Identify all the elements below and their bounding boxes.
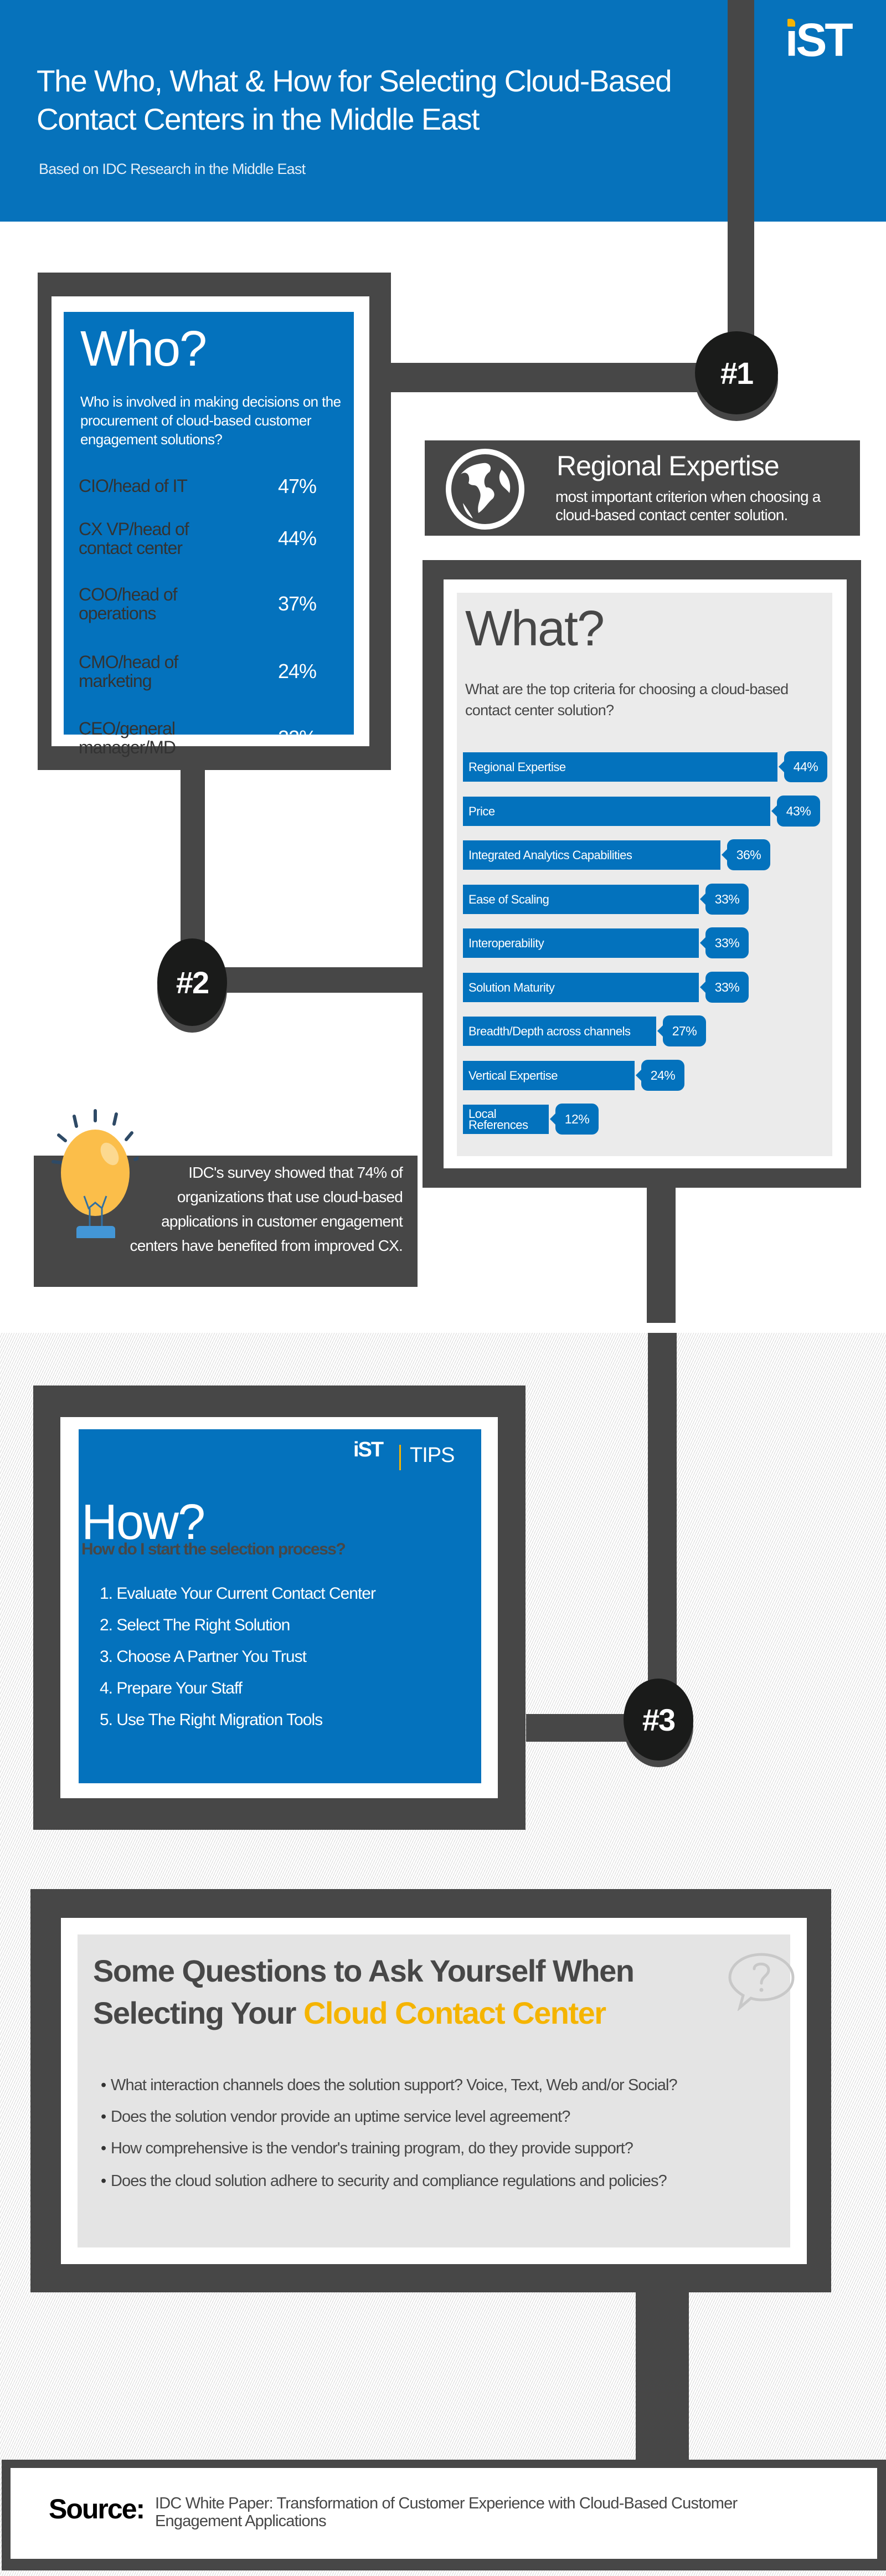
how-question: How do I start the selection process? [81,1540,346,1558]
source-text: IDC White Paper: Transformation of Custo… [155,2495,738,2530]
chart-value-label: 44% [779,751,827,782]
who-percent: 24% [278,660,317,683]
source-label: Source: [49,2493,145,2524]
logo-accent [787,19,795,27]
chart-bar: Interoperability [463,928,699,958]
who-role: CX VP/head of contact center [79,519,189,558]
chart-bar-label: Regional Expertise [468,760,566,774]
logo-text: iST [785,14,853,66]
what-question: What are the top criteria for choosing a… [465,681,789,719]
chart-bar-label: Price [468,804,495,818]
chart-bar: Breadth/Depth across channels [463,1017,656,1046]
logo-divider [399,1445,401,1470]
chart-bar-label: Local References [468,1106,528,1132]
who-role: CEO/general manager/MD [79,719,176,757]
chart-bar: Ease of Scaling [463,885,699,914]
who-role: COO/head of operations [79,584,178,623]
questions-title-accent: Cloud Contact Center [303,1995,606,2030]
chart-bar-label: Interoperability [468,936,544,950]
how-step: 2. Select The Right Solution [100,1616,290,1634]
who-question: Who is involved in making decisions on t… [80,393,341,448]
regional-title: Regional Expertise [557,450,780,481]
who-title: Who? [80,321,207,377]
tip-text: IDC's survey showed that 74% of organiza… [130,1164,403,1254]
chart-value-label: 33% [700,884,749,915]
chart-bar: Regional Expertise [463,752,777,782]
globe-icon [446,449,524,530]
who-percent: 47% [278,475,317,497]
question-item: Does the cloud solution adhere to securi… [101,2172,667,2190]
connector-line [388,363,742,392]
who-role: CIO/head of IT [79,476,188,496]
chart-bar-label: Breadth/Depth across channels [468,1024,631,1038]
chart-value-label: 27% [657,1015,706,1046]
question-item: What interaction channels does the solut… [101,2076,678,2095]
chart-bar: Vertical Expertise [463,1061,635,1090]
chart-value-label: 36% [722,839,770,870]
how-step: 5. Use The Right Migration Tools [100,1711,323,1729]
connector-line [222,967,426,993]
connector-line [648,1333,677,1721]
who-percent: 22% [278,726,317,749]
how-step: 1. Evaluate Your Current Contact Center [100,1584,376,1603]
connector-line [647,1186,676,1323]
chart-bar-label: Ease of Scaling [468,892,549,906]
chart-bar: Solution Maturity [463,973,699,1002]
tips-label: TIPS [410,1444,455,1467]
what-title: What? [465,601,605,656]
regional-subtitle: most important criterion when choosing a… [555,488,821,524]
chart-value-label: 33% [700,927,749,958]
chart-bar: Integrated Analytics Capabilities [463,840,720,870]
chart-value-label: 43% [771,796,820,827]
connector-line [636,2282,689,2471]
how-panel [79,1429,481,1783]
how-step: 3. Choose A Partner You Trust [100,1648,307,1666]
who-percent: 44% [278,527,317,550]
page-subtitle: Based on IDC Research in the Middle East [39,161,306,177]
question-bubble-icon [728,1953,795,2011]
connector-line [181,770,205,964]
questions-title: Some Questions to Ask Yourself When Sele… [93,1950,758,2034]
chart-bar-label: Solution Maturity [468,980,555,994]
question-item: How comprehensive is the vendor's traini… [101,2139,633,2158]
connector-line [728,0,754,366]
chart-bar: Local References [463,1105,549,1134]
step-badge-2: #2 [157,938,227,1026]
chart-value-label: 12% [550,1104,599,1135]
ist-logo-small: iST [353,1438,384,1461]
chart-bar: Price [463,797,770,826]
chart-value-label: 24% [636,1060,684,1091]
who-role: CMO/head of marketing [79,652,178,691]
ist-logo: iST [785,14,853,66]
chart-value-label: 33% [700,972,749,1003]
chart-bar-label: Vertical Expertise [468,1068,558,1082]
chart-bar-label: Integrated Analytics Capabilities [468,848,632,862]
question-item: Does the solution vendor provide an upti… [101,2108,570,2126]
step-badge-1: #1 [695,331,778,414]
step-badge-3: #3 [624,1679,693,1761]
who-percent: 37% [278,592,317,615]
how-step: 4. Prepare Your Staff [100,1679,243,1697]
page-title: The Who, What & How for Selecting Cloud-… [37,64,672,136]
